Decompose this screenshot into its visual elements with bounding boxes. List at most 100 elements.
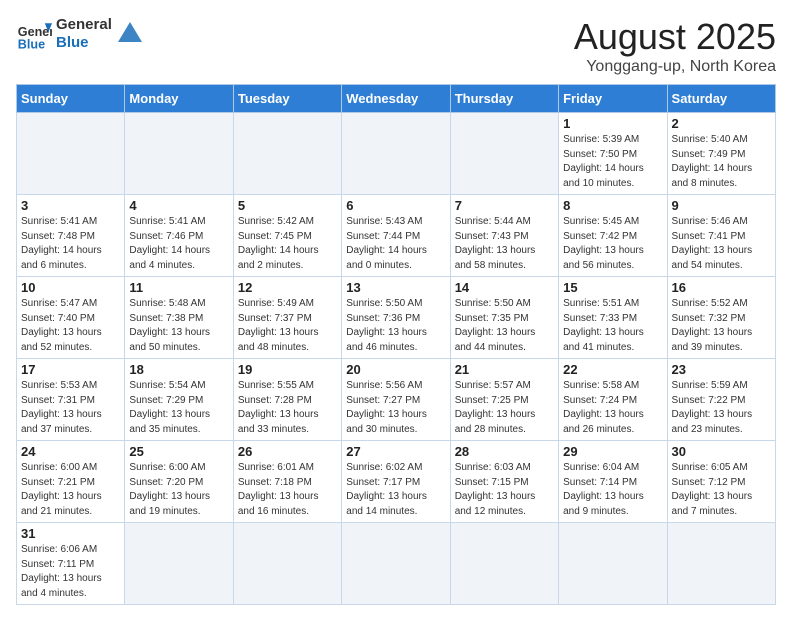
day-number: 13 [346, 280, 445, 295]
calendar-cell: 5 Sunrise: 5:42 AM Sunset: 7:45 PM Daylig… [233, 195, 341, 277]
calendar-cell: 16Sunrise: 5:52 AM Sunset: 7:32 PM Dayli… [667, 277, 775, 359]
calendar-cell: 30Sunrise: 6:05 AM Sunset: 7:12 PM Dayli… [667, 441, 775, 523]
calendar-cell: 20 Sunrise: 5:56 AM Sunset: 7:27 PM Dayli… [342, 359, 450, 441]
day-info: Sunrise: 5:55 AM Sunset: 7:28 PM Dayligh… [238, 379, 337, 437]
col-header-sunday: Sunday [17, 85, 125, 113]
day-number: 1 [563, 116, 662, 131]
day-info: Sunrise: 5:59 AM Sunset: 7:22 PM Dayligh… [672, 379, 771, 437]
calendar-week-row: 10 Sunrise: 5:47 AM Sunset: 7:40 PM Dayli… [17, 277, 776, 359]
day-number: 3 [21, 198, 120, 213]
day-number: 15 [563, 280, 662, 295]
calendar-cell: 19Sunrise: 5:55 AM Sunset: 7:28 PM Dayli… [233, 359, 341, 441]
day-number: 8 [563, 198, 662, 213]
day-info: Sunrise: 5:56 AM Sunset: 7:27 PM Dayligh… [346, 379, 445, 437]
day-info: Sunrise: 5:49 AM Sunset: 7:37 PM Dayligh… [238, 297, 337, 355]
day-info: Sunrise: 5:58 AM Sunset: 7:24 PM Dayligh… [563, 379, 662, 437]
calendar-week-row: 24Sunrise: 6:00 AM Sunset: 7:21 PM Dayli… [17, 441, 776, 523]
day-number: 20 [346, 362, 445, 377]
col-header-wednesday: Wednesday [342, 85, 450, 113]
day-info: Sunrise: 6:06 AM Sunset: 7:11 PM Dayligh… [21, 543, 120, 601]
calendar-cell [559, 523, 667, 605]
calendar-cell: 13 Sunrise: 5:50 AM Sunset: 7:36 PM Dayli… [342, 277, 450, 359]
calendar-cell: 28 Sunrise: 6:03 AM Sunset: 7:15 PM Dayli… [450, 441, 558, 523]
day-info: Sunrise: 5:40 AM Sunset: 7:49 PM Dayligh… [672, 133, 771, 191]
day-number: 2 [672, 116, 771, 131]
logo-triangle-icon [116, 20, 144, 48]
day-number: 5 [238, 198, 337, 213]
day-number: 7 [455, 198, 554, 213]
day-number: 28 [455, 444, 554, 459]
logo-general: General [56, 16, 112, 34]
logo-icon: General Blue [16, 16, 52, 52]
calendar-subtitle: Yonggang-up, North Korea [574, 58, 776, 76]
calendar-cell: 31 Sunrise: 6:06 AM Sunset: 7:11 PM Dayli… [17, 523, 125, 605]
day-number: 9 [672, 198, 771, 213]
calendar-cell: 21Sunrise: 5:57 AM Sunset: 7:25 PM Dayli… [450, 359, 558, 441]
day-info: Sunrise: 6:02 AM Sunset: 7:17 PM Dayligh… [346, 461, 445, 519]
logo: General Blue General Blue [16, 16, 144, 52]
day-number: 4 [129, 198, 228, 213]
day-info: Sunrise: 5:43 AM Sunset: 7:44 PM Dayligh… [346, 215, 445, 273]
calendar-cell: 22Sunrise: 5:58 AM Sunset: 7:24 PM Dayli… [559, 359, 667, 441]
day-number: 30 [672, 444, 771, 459]
day-number: 21 [455, 362, 554, 377]
day-info: Sunrise: 5:50 AM Sunset: 7:35 PM Dayligh… [455, 297, 554, 355]
page-header: General Blue General Blue August 2025 Yo… [16, 16, 776, 76]
calendar-cell [233, 113, 341, 195]
day-info: Sunrise: 5:48 AM Sunset: 7:38 PM Dayligh… [129, 297, 228, 355]
day-info: Sunrise: 5:46 AM Sunset: 7:41 PM Dayligh… [672, 215, 771, 273]
day-number: 18 [129, 362, 228, 377]
calendar-cell: 27Sunrise: 6:02 AM Sunset: 7:17 PM Dayli… [342, 441, 450, 523]
calendar-cell: 11 Sunrise: 5:48 AM Sunset: 7:38 PM Dayli… [125, 277, 233, 359]
day-info: Sunrise: 5:41 AM Sunset: 7:48 PM Dayligh… [21, 215, 120, 273]
day-info: Sunrise: 5:50 AM Sunset: 7:36 PM Dayligh… [346, 297, 445, 355]
day-info: Sunrise: 6:04 AM Sunset: 7:14 PM Dayligh… [563, 461, 662, 519]
calendar-cell: 29 Sunrise: 6:04 AM Sunset: 7:14 PM Dayli… [559, 441, 667, 523]
day-number: 31 [21, 526, 120, 541]
day-info: Sunrise: 5:41 AM Sunset: 7:46 PM Dayligh… [129, 215, 228, 273]
day-info: Sunrise: 5:53 AM Sunset: 7:31 PM Dayligh… [21, 379, 120, 437]
day-number: 10 [21, 280, 120, 295]
day-number: 16 [672, 280, 771, 295]
day-info: Sunrise: 6:00 AM Sunset: 7:20 PM Dayligh… [129, 461, 228, 519]
calendar-header-row: SundayMondayTuesdayWednesdayThursdayFrid… [17, 85, 776, 113]
calendar-cell [233, 523, 341, 605]
col-header-saturday: Saturday [667, 85, 775, 113]
col-header-friday: Friday [559, 85, 667, 113]
calendar-title: August 2025 [574, 16, 776, 58]
calendar-cell [342, 113, 450, 195]
day-number: 11 [129, 280, 228, 295]
calendar-cell: 23Sunrise: 5:59 AM Sunset: 7:22 PM Dayli… [667, 359, 775, 441]
day-number: 29 [563, 444, 662, 459]
col-header-monday: Monday [125, 85, 233, 113]
day-number: 26 [238, 444, 337, 459]
calendar-cell: 18 Sunrise: 5:54 AM Sunset: 7:29 PM Dayli… [125, 359, 233, 441]
calendar-cell [125, 523, 233, 605]
col-header-thursday: Thursday [450, 85, 558, 113]
calendar-week-row: 3 Sunrise: 5:41 AM Sunset: 7:48 PM Daylig… [17, 195, 776, 277]
calendar-cell [450, 523, 558, 605]
calendar-cell: 4 Sunrise: 5:41 AM Sunset: 7:46 PM Daylig… [125, 195, 233, 277]
calendar-cell: 15Sunrise: 5:51 AM Sunset: 7:33 PM Dayli… [559, 277, 667, 359]
calendar-cell: 8 Sunrise: 5:45 AM Sunset: 7:42 PM Daylig… [559, 195, 667, 277]
calendar-cell: 9 Sunrise: 5:46 AM Sunset: 7:41 PM Daylig… [667, 195, 775, 277]
calendar-cell: 3 Sunrise: 5:41 AM Sunset: 7:48 PM Daylig… [17, 195, 125, 277]
calendar-cell: 10 Sunrise: 5:47 AM Sunset: 7:40 PM Dayli… [17, 277, 125, 359]
calendar-week-row: 31 Sunrise: 6:06 AM Sunset: 7:11 PM Dayli… [17, 523, 776, 605]
calendar-cell: 26 Sunrise: 6:01 AM Sunset: 7:18 PM Dayli… [233, 441, 341, 523]
calendar-cell: 1Sunrise: 5:39 AM Sunset: 7:50 PM Daylig… [559, 113, 667, 195]
day-info: Sunrise: 6:03 AM Sunset: 7:15 PM Dayligh… [455, 461, 554, 519]
calendar-cell [342, 523, 450, 605]
day-info: Sunrise: 5:45 AM Sunset: 7:42 PM Dayligh… [563, 215, 662, 273]
day-info: Sunrise: 6:00 AM Sunset: 7:21 PM Dayligh… [21, 461, 120, 519]
day-info: Sunrise: 5:42 AM Sunset: 7:45 PM Dayligh… [238, 215, 337, 273]
calendar-cell: 14Sunrise: 5:50 AM Sunset: 7:35 PM Dayli… [450, 277, 558, 359]
day-info: Sunrise: 5:54 AM Sunset: 7:29 PM Dayligh… [129, 379, 228, 437]
col-header-tuesday: Tuesday [233, 85, 341, 113]
day-info: Sunrise: 5:47 AM Sunset: 7:40 PM Dayligh… [21, 297, 120, 355]
day-number: 6 [346, 198, 445, 213]
calendar-cell [125, 113, 233, 195]
calendar-week-row: 1Sunrise: 5:39 AM Sunset: 7:50 PM Daylig… [17, 113, 776, 195]
day-info: Sunrise: 6:01 AM Sunset: 7:18 PM Dayligh… [238, 461, 337, 519]
logo-blue: Blue [56, 34, 112, 52]
